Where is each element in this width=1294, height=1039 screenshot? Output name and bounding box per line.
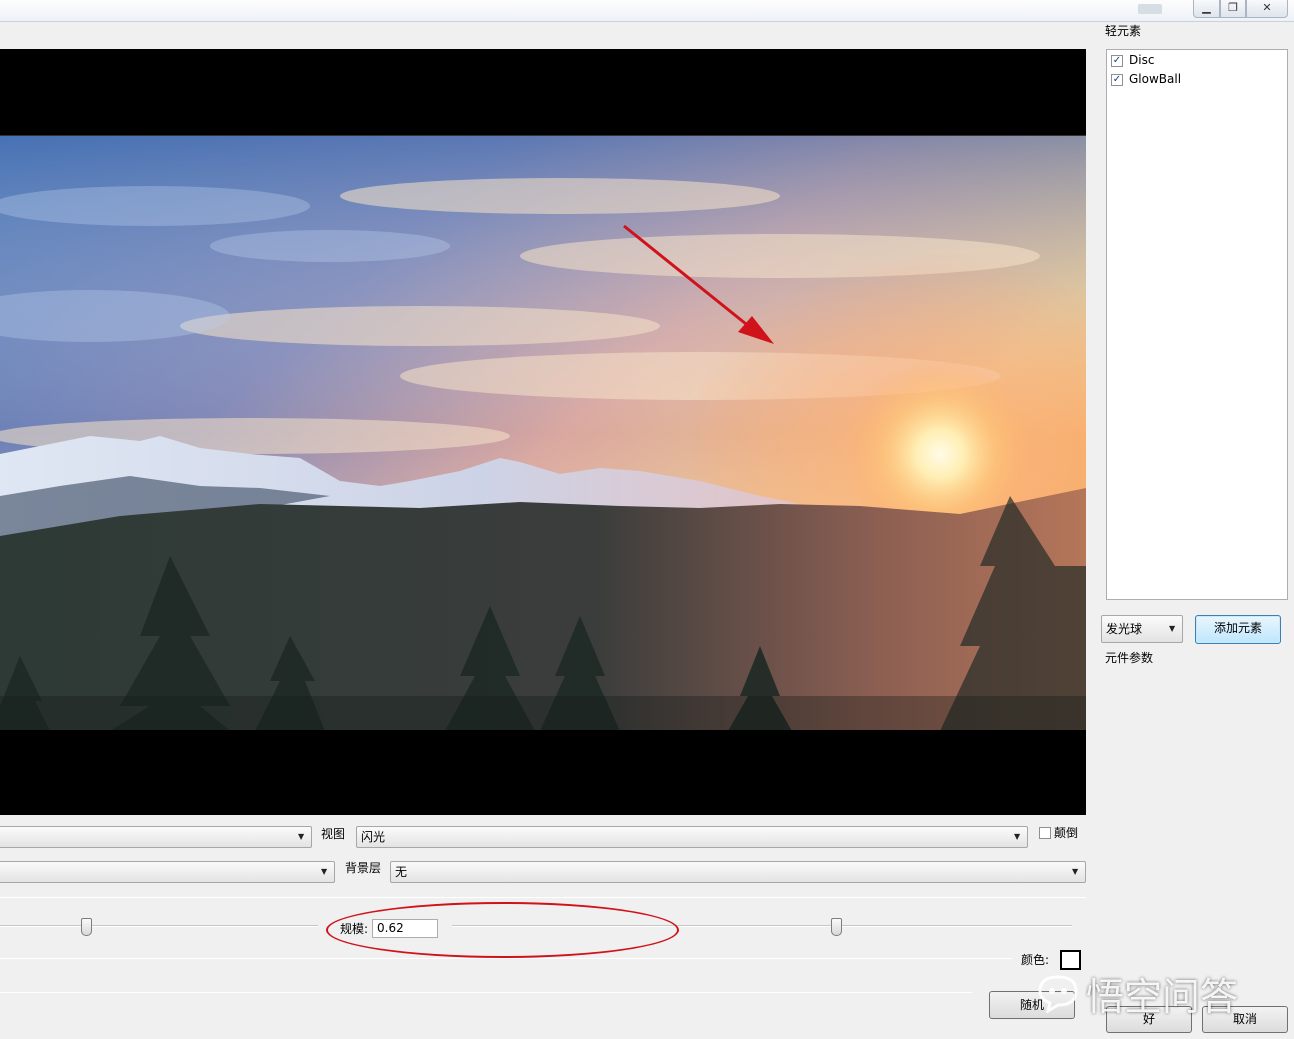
element-glowball-checkbox[interactable]: ✓ <box>1111 74 1123 86</box>
params-title: 元件参数 <box>1105 651 1154 665</box>
sunset-preview-image <box>0 135 1086 730</box>
chevron-down-icon: ▼ <box>1014 832 1021 841</box>
left-slider-thumb[interactable] <box>80 918 92 936</box>
annotation-ellipse <box>326 902 679 958</box>
element-type-value: 发光球 <box>1106 622 1143 636</box>
list-item-label: Disc <box>1129 53 1155 67</box>
add-element-button[interactable]: 添加元素 <box>1195 615 1281 644</box>
preview-canvas[interactable] <box>0 49 1086 815</box>
chevron-down-icon: ▼ <box>321 867 328 876</box>
divider <box>0 897 1086 898</box>
divider <box>0 992 972 993</box>
background-select-value: 无 <box>395 865 408 879</box>
close-icon: ✕ <box>1262 1 1272 14</box>
left-combo-1[interactable]: ▼ <box>0 826 312 848</box>
watermark-text: 悟空问答 <box>1086 974 1239 1019</box>
list-item-label: GlowBall <box>1129 72 1182 86</box>
flip-checkbox[interactable] <box>1039 827 1051 839</box>
flip-label: 颠倒 <box>1054 826 1079 840</box>
view-select[interactable]: 闪光 ▼ <box>356 826 1028 848</box>
elements-title: 轻元素 <box>1105 24 1142 38</box>
background-label: 背景层 <box>345 861 382 875</box>
title-text-blurred <box>1138 4 1162 14</box>
view-select-value: 闪光 <box>361 830 386 844</box>
restore-icon: ❐ <box>1228 1 1238 14</box>
close-button[interactable]: ✕ <box>1246 0 1288 18</box>
elements-list[interactable]: ✓ Disc ✓ GlowBall <box>1106 49 1288 600</box>
divider <box>0 958 1012 959</box>
left-combo-2[interactable]: ▼ <box>0 861 335 883</box>
element-disc-checkbox[interactable]: ✓ <box>1111 55 1123 67</box>
watermark: 悟空问答 <box>1036 968 1239 1019</box>
chevron-down-icon: ▼ <box>298 832 305 841</box>
color-label: 颜色: <box>1021 953 1050 967</box>
wukong-logo-icon <box>1038 975 1078 1013</box>
background-select[interactable]: 无 ▼ <box>390 861 1086 883</box>
chevron-down-icon: ▼ <box>1169 624 1176 633</box>
restore-button[interactable]: ❐ <box>1220 0 1246 18</box>
color-swatch[interactable] <box>1060 950 1081 970</box>
element-type-select[interactable]: 发光球 ▼ <box>1101 615 1183 643</box>
view-label: 视图 <box>321 827 346 841</box>
left-slider-track[interactable] <box>0 925 318 927</box>
window-titlebar: ▁ ❐ ✕ <box>0 0 1294 22</box>
chevron-down-icon: ▼ <box>1072 867 1079 876</box>
minimize-icon: ▁ <box>1202 1 1211 14</box>
scale-slider-thumb[interactable] <box>831 918 843 936</box>
minimize-button[interactable]: ▁ <box>1193 0 1220 18</box>
